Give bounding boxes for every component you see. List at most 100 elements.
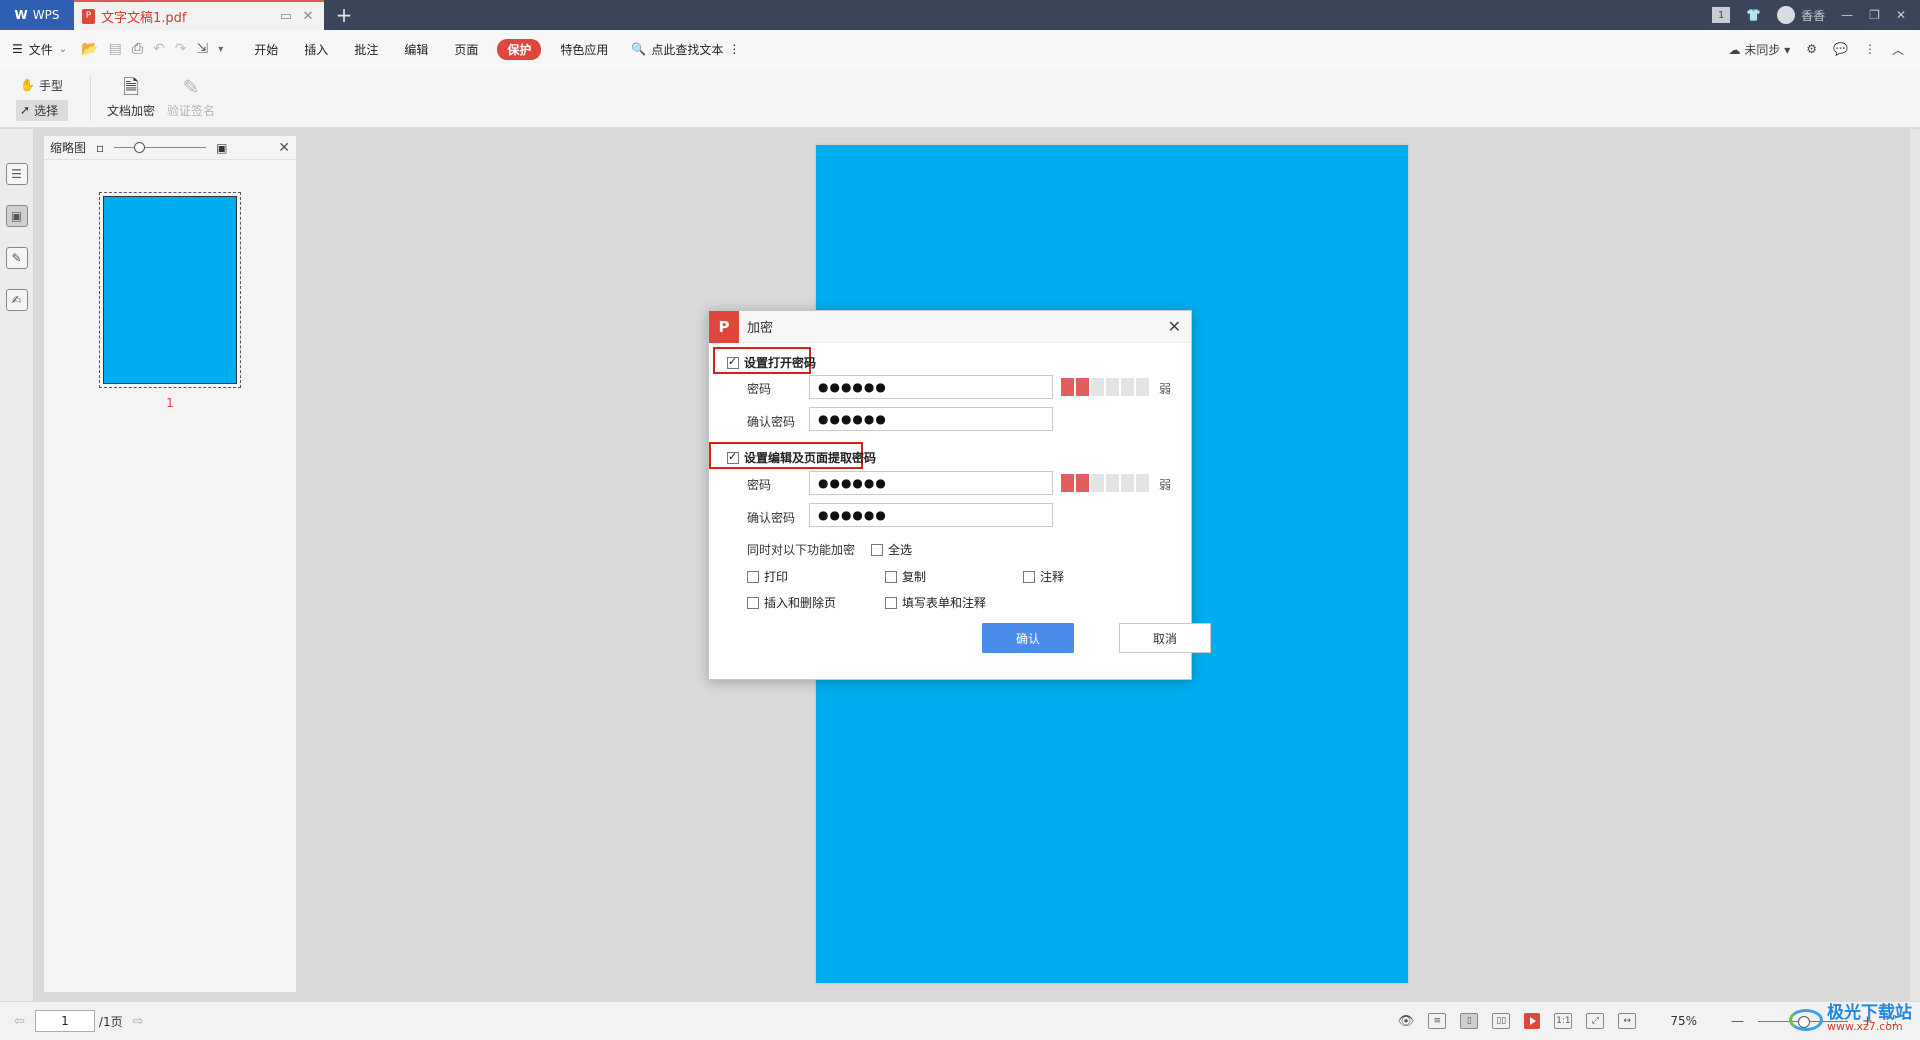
undo-icon[interactable]: ↶	[153, 41, 165, 57]
pdf-file-icon: P	[82, 8, 95, 24]
previous-page-icon[interactable]: ⇦	[14, 1014, 25, 1029]
zoom-out-thumb-icon[interactable]: ▫	[96, 141, 104, 155]
dialog-close-icon[interactable]: ✕	[1168, 317, 1181, 336]
menu-right-group: ☁ 未同步 ▾ ⚙ 💬 ⋮ ︿	[1729, 41, 1920, 58]
edit-confirm-input[interactable]: ●●●●●●	[809, 503, 1053, 527]
settings-gear-icon[interactable]: ⚙	[1806, 42, 1817, 56]
print-checkbox[interactable]: 打印	[747, 568, 788, 585]
sync-status[interactable]: ☁ 未同步 ▾	[1729, 41, 1791, 58]
user-account[interactable]: 香香	[1777, 6, 1825, 24]
strength-bar	[1061, 474, 1074, 492]
tab-edit[interactable]: 编辑	[391, 41, 441, 58]
find-text-label: 点此查找文本	[651, 42, 724, 57]
copy-label: 复制	[902, 570, 927, 584]
select-tool-button[interactable]: ➚ 选择	[16, 99, 68, 121]
edit-password-checkbox[interactable]: 设置编辑及页面提取密码	[727, 449, 876, 466]
menu-bar: ☰ 文件 ⌄ 📂 ▤ ⎙ ↶ ↷ ⇲ ▾ 开始 插入 批注 编辑 页面 保护 特…	[0, 30, 1920, 68]
actual-size-icon[interactable]: 1:1	[1554, 1013, 1573, 1029]
tab-close-icon[interactable]: ✕	[300, 9, 316, 24]
dialog-header: P 加密 ✕	[709, 310, 1191, 343]
collapse-ribbon-icon[interactable]: ︿	[1892, 41, 1904, 58]
fit-page-icon[interactable]: ⤢	[1586, 1013, 1605, 1029]
redo-icon[interactable]: ↷	[175, 41, 187, 57]
edit-password-input[interactable]: ●●●●●●	[809, 471, 1053, 495]
open-confirm-input[interactable]: ●●●●●●	[809, 407, 1053, 431]
tab-page[interactable]: 页面	[441, 41, 491, 58]
outline-icon[interactable]: ☰	[5, 163, 28, 185]
copy-checkbox[interactable]: 复制	[885, 568, 926, 585]
open-folder-icon[interactable]: 📂	[81, 41, 98, 57]
annotation-icon[interactable]: ✎	[5, 247, 28, 269]
strength-bar	[1091, 474, 1104, 492]
tab-pin-icon[interactable]: ▭	[278, 9, 294, 24]
zoom-in-thumb-icon[interactable]: ▣	[216, 141, 227, 155]
comment-icon[interactable]: 💬	[1833, 42, 1848, 56]
page-number-input[interactable]: 1	[34, 1010, 95, 1032]
fill-forms-label: 填写表单和注释	[902, 596, 987, 610]
insert-delete-pages-box	[747, 596, 759, 609]
watermark-name: 极光下载站	[1827, 1003, 1912, 1023]
wps-home-tab[interactable]: W WPS	[0, 0, 74, 30]
save-icon[interactable]: ▤	[109, 41, 122, 57]
close-window-button[interactable]: ✕	[1896, 8, 1906, 22]
wps-logo-icon: W	[14, 8, 28, 22]
strength-bar	[1091, 378, 1104, 396]
find-text[interactable]: 🔍 点此查找文本 ⋮	[631, 41, 740, 58]
watermark: 极光下载站 www.xz7.com	[1789, 1003, 1912, 1034]
tab-protect[interactable]: 保护	[497, 38, 542, 60]
insert-delete-pages-checkbox[interactable]: 插入和删除页	[747, 594, 836, 611]
page-thumbnail[interactable]	[99, 192, 241, 388]
zoom-out-icon[interactable]: —	[1731, 1014, 1744, 1029]
print-icon[interactable]: ⎙	[132, 41, 143, 57]
avatar	[1777, 6, 1796, 24]
continuous-view-icon[interactable]: ≡	[1428, 1013, 1447, 1029]
open-password-input[interactable]: ●●●●●●	[809, 375, 1053, 399]
two-page-view-icon[interactable]: ▯▯	[1492, 1013, 1511, 1029]
zoom-level[interactable]: 75%	[1670, 1014, 1697, 1028]
verify-signature-button[interactable]: ✎ 验证签名	[161, 76, 221, 119]
document-tab-title: 文字文稿1.pdf	[101, 10, 187, 26]
bookmark-sign-icon[interactable]: ✍	[5, 289, 28, 311]
annotate-checkbox[interactable]: 注释	[1023, 568, 1064, 585]
minimize-button[interactable]: —	[1841, 8, 1853, 22]
select-all-checkbox[interactable]: 全选	[871, 541, 912, 558]
skin-icon[interactable]: 👕	[1746, 8, 1761, 22]
fill-forms-checkbox[interactable]: 填写表单和注释	[885, 594, 986, 611]
cursor-arrow-icon: ➚	[20, 103, 31, 117]
chevron-down-icon: ⌄	[58, 43, 68, 55]
file-menu[interactable]: ☰ 文件 ⌄	[12, 41, 67, 58]
vertical-scrollbar[interactable]	[1910, 129, 1920, 1001]
restore-button[interactable]: ❐	[1869, 8, 1880, 22]
edit-password-strength-meter	[1061, 474, 1149, 492]
export-icon[interactable]: ⇲	[197, 41, 209, 57]
play-presentation-icon[interactable]	[1524, 1013, 1541, 1029]
next-page-icon[interactable]: ⇨	[133, 1014, 144, 1029]
new-tab-button[interactable]: +	[324, 0, 364, 30]
confirm-button[interactable]: 确认	[982, 623, 1074, 653]
thumbnail-icon[interactable]: ▣	[5, 205, 28, 227]
document-tab[interactable]: P 文字文稿1.pdf ▭ ✕	[74, 0, 324, 30]
thumbnail-page-number: 1	[166, 396, 174, 410]
open-confirm-label: 确认密码	[747, 415, 796, 429]
tab-start[interactable]: 开始	[241, 41, 291, 58]
fit-width-icon[interactable]: ↔	[1618, 1013, 1637, 1029]
eye-protection-icon[interactable]: 👁	[1398, 1014, 1415, 1029]
document-encrypt-button[interactable]: 🗎 文档加密	[101, 76, 161, 119]
dialog-title: 加密	[747, 321, 774, 336]
cancel-button[interactable]: 取消	[1119, 623, 1211, 653]
tab-special-apps[interactable]: 特色应用	[547, 41, 621, 58]
single-page-view-icon[interactable]: ▯	[1460, 1013, 1479, 1029]
hand-tool-button[interactable]: ✋ 手型	[16, 75, 80, 96]
thumbnail-size-slider[interactable]	[114, 141, 207, 153]
customize-dropdown-icon[interactable]: ▾	[218, 44, 223, 55]
ribbon-divider	[90, 74, 91, 121]
more-options-icon[interactable]: ⋮	[1864, 42, 1876, 56]
edit-password-check-icon	[727, 450, 739, 464]
tab-annotate[interactable]: 批注	[341, 41, 391, 58]
open-password-checkbox[interactable]: 设置打开密码	[727, 354, 816, 371]
close-panel-icon[interactable]: ✕	[278, 140, 290, 156]
strength-bar	[1136, 474, 1149, 492]
slider-knob[interactable]	[134, 141, 146, 153]
window-count-badge[interactable]: 1	[1712, 7, 1731, 23]
tab-insert[interactable]: 插入	[291, 41, 341, 58]
